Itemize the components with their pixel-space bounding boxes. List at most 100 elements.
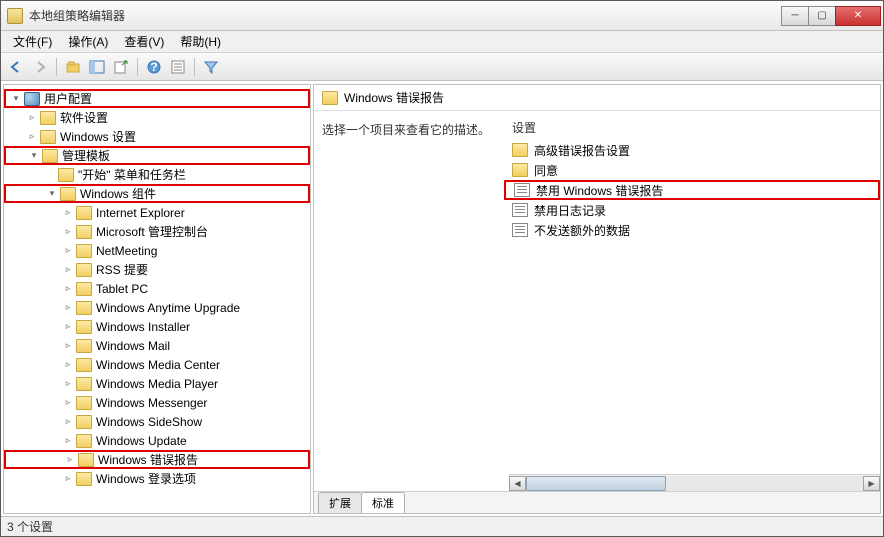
expand-icon[interactable]: ▹ xyxy=(62,435,74,447)
tree-item[interactable]: ▹Windows SideShow xyxy=(4,412,310,431)
back-button[interactable] xyxy=(5,56,27,78)
setting-label: 不发送额外的数据 xyxy=(534,222,630,239)
tree-user-config[interactable]: ▾ 用户配置 xyxy=(4,89,310,108)
tree-item[interactable]: ▹Windows Mail xyxy=(4,336,310,355)
tree-software-settings[interactable]: ▹ 软件设置 xyxy=(4,108,310,127)
details-header: Windows 错误报告 xyxy=(314,85,880,111)
setting-item[interactable]: 禁用 Windows 错误报告 xyxy=(504,180,880,200)
tree-item[interactable]: ▹ Internet Explorer xyxy=(4,203,310,222)
close-button[interactable]: ✕ xyxy=(835,6,881,26)
expand-icon[interactable]: ▹ xyxy=(62,302,74,314)
tree-label: 软件设置 xyxy=(60,109,108,126)
setting-item[interactable]: 同意 xyxy=(504,160,880,180)
collapse-icon[interactable]: ▾ xyxy=(46,188,58,200)
minimize-button[interactable]: ─ xyxy=(781,6,809,26)
forward-button[interactable] xyxy=(29,56,51,78)
up-button[interactable] xyxy=(62,56,84,78)
folder-icon xyxy=(58,168,74,182)
folder-icon xyxy=(76,339,92,353)
scroll-thumb[interactable] xyxy=(526,476,666,491)
expand-icon[interactable]: ▹ xyxy=(62,283,74,295)
column-header-setting[interactable]: 设置 xyxy=(504,117,880,140)
setting-label: 禁用 Windows 错误报告 xyxy=(536,182,663,199)
tree-item[interactable]: ▹ NetMeeting xyxy=(4,241,310,260)
tree-item[interactable]: ▹ Tablet PC xyxy=(4,279,310,298)
tab-extended[interactable]: 扩展 xyxy=(318,492,362,513)
menu-help[interactable]: 帮助(H) xyxy=(172,31,229,52)
tab-standard[interactable]: 标准 xyxy=(361,492,405,513)
export-button[interactable] xyxy=(110,56,132,78)
folder-icon xyxy=(76,225,92,239)
folder-icon xyxy=(512,143,528,157)
maximize-button[interactable]: ▢ xyxy=(808,6,836,26)
scroll-right-button[interactable]: ▶ xyxy=(863,476,880,491)
tree-item[interactable]: ▹ Microsoft 管理控制台 xyxy=(4,222,310,241)
expand-icon[interactable]: ▹ xyxy=(62,245,74,257)
expand-icon[interactable]: ▹ xyxy=(62,416,74,428)
expand-icon[interactable]: ▹ xyxy=(62,397,74,409)
horizontal-scrollbar[interactable]: ◀ ▶ xyxy=(509,474,880,491)
setting-item[interactable]: 高级错误报告设置 xyxy=(504,140,880,160)
expand-icon[interactable]: ▹ xyxy=(62,226,74,238)
expand-icon[interactable]: ▹ xyxy=(62,473,74,485)
tree-pane[interactable]: ▾ 用户配置 ▹ 软件设置 ▹ Windows 设置 ▾ 管理模板 " xyxy=(3,84,311,514)
tree-item[interactable]: ▹ RSS 提要 xyxy=(4,260,310,279)
expand-icon[interactable]: ▹ xyxy=(62,340,74,352)
tree-label: Tablet PC xyxy=(96,282,148,296)
policy-icon xyxy=(514,183,530,197)
expand-icon[interactable]: ▹ xyxy=(62,359,74,371)
scroll-left-button[interactable]: ◀ xyxy=(509,476,526,491)
setting-item[interactable]: 不发送额外的数据 xyxy=(504,220,880,240)
separator xyxy=(56,58,57,76)
menu-file[interactable]: 文件(F) xyxy=(5,31,60,52)
tree-admin-templates[interactable]: ▾ 管理模板 xyxy=(4,146,310,165)
folder-icon xyxy=(76,434,92,448)
folder-icon xyxy=(76,301,92,315)
show-hide-tree-button[interactable] xyxy=(86,56,108,78)
setting-label: 禁用日志记录 xyxy=(534,202,606,219)
setting-item[interactable]: 禁用日志记录 xyxy=(504,200,880,220)
expand-icon[interactable]: ▹ xyxy=(62,207,74,219)
tree-label: Internet Explorer xyxy=(96,206,185,220)
setting-label: 高级错误报告设置 xyxy=(534,142,630,159)
expand-icon[interactable]: ▹ xyxy=(26,112,38,124)
description-column: 选择一个项目来查看它的描述。 xyxy=(314,111,504,491)
tree-item[interactable]: ▹Windows Update xyxy=(4,431,310,450)
tree-item[interactable]: ▹Windows Media Player xyxy=(4,374,310,393)
tree-windows-settings[interactable]: ▹ Windows 设置 xyxy=(4,127,310,146)
tree-label: Windows Media Center xyxy=(96,358,220,372)
tree-item[interactable]: ▹Windows 登录选项 xyxy=(4,469,310,488)
collapse-icon[interactable]: ▾ xyxy=(28,150,40,162)
filter-button[interactable] xyxy=(200,56,222,78)
tree-start-menu[interactable]: "开始" 菜单和任务栏 xyxy=(4,165,310,184)
help-button[interactable]: ? xyxy=(143,56,165,78)
separator xyxy=(194,58,195,76)
policy-icon xyxy=(512,203,528,217)
menu-view[interactable]: 查看(V) xyxy=(116,31,172,52)
expand-icon[interactable]: ▹ xyxy=(62,264,74,276)
tree-label: NetMeeting xyxy=(96,244,157,258)
settings-list[interactable]: 设置 高级错误报告设置同意禁用 Windows 错误报告禁用日志记录不发送额外的… xyxy=(504,111,880,491)
tree-label: RSS 提要 xyxy=(96,261,148,278)
tree-item[interactable]: ▹Windows Installer xyxy=(4,317,310,336)
collapse-icon[interactable]: ▾ xyxy=(10,93,22,105)
properties-button[interactable] xyxy=(167,56,189,78)
tree-item[interactable]: ▹Windows Messenger xyxy=(4,393,310,412)
tree-label: Microsoft 管理控制台 xyxy=(96,223,208,240)
tree-label: Windows 错误报告 xyxy=(98,451,198,468)
tree-item[interactable]: ▹ Windows 错误报告 xyxy=(4,450,310,469)
folder-icon xyxy=(40,130,56,144)
expand-icon[interactable]: ▹ xyxy=(62,378,74,390)
user-icon xyxy=(24,92,40,106)
expand-icon[interactable]: ▹ xyxy=(62,321,74,333)
expand-icon[interactable]: ▹ xyxy=(26,131,38,143)
tree-item[interactable]: ▹Windows Anytime Upgrade xyxy=(4,298,310,317)
menu-action[interactable]: 操作(A) xyxy=(60,31,116,52)
tree-item[interactable]: ▹ Windows Media Center xyxy=(4,355,310,374)
tree-windows-components[interactable]: ▾ Windows 组件 xyxy=(4,184,310,203)
scroll-track[interactable] xyxy=(526,476,863,491)
menubar: 文件(F) 操作(A) 查看(V) 帮助(H) xyxy=(1,31,883,53)
folder-icon xyxy=(76,396,92,410)
folder-icon xyxy=(76,320,92,334)
expand-icon[interactable]: ▹ xyxy=(64,454,76,466)
